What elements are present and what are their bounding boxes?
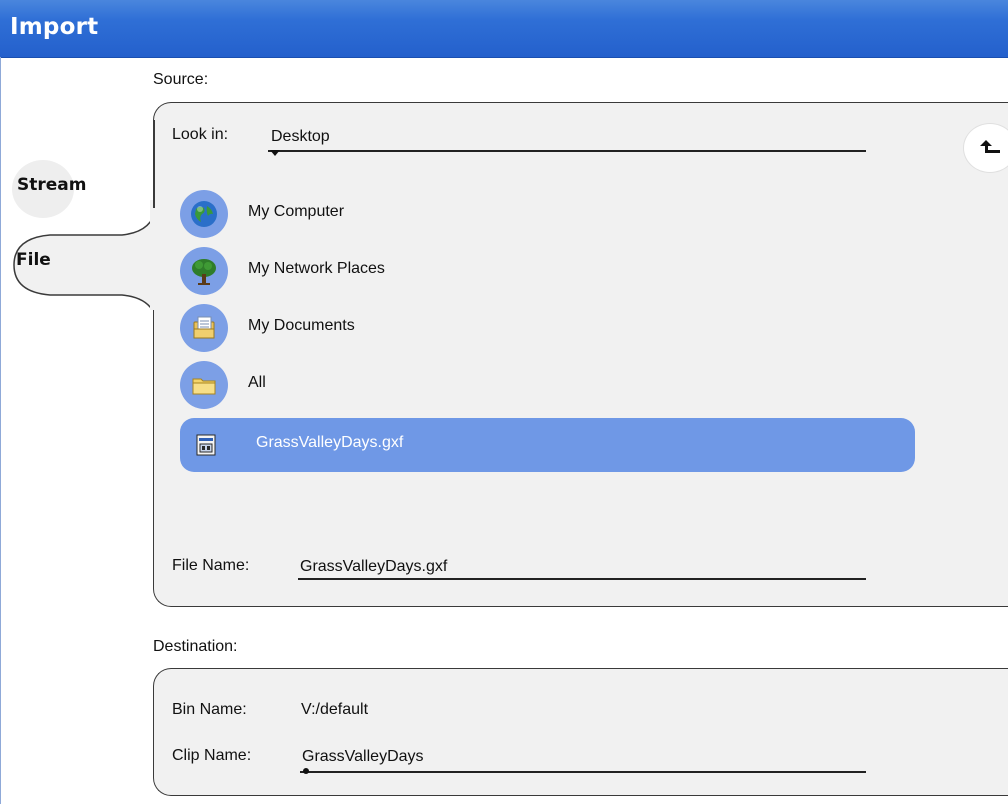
tab-file[interactable]: File [16, 250, 51, 270]
clip-name-cursor [303, 768, 309, 774]
window-border [0, 57, 1, 804]
gxf-file-icon [196, 434, 216, 456]
clip-name-underline [300, 771, 866, 773]
clip-name-label: Clip Name: [172, 747, 252, 764]
list-item-label: My Network Places [248, 260, 385, 277]
panel-border-top-segment [153, 120, 155, 208]
source-section-label: Source: [153, 71, 209, 88]
look-in-label: Look in: [172, 126, 229, 143]
file-row-label: GrassValleyDays.gxf [256, 434, 404, 451]
up-arrow-icon [980, 140, 1000, 153]
documents-icon [180, 304, 228, 352]
folder-icon [180, 361, 228, 409]
tree-icon [180, 247, 228, 295]
look-in-chevron-down-icon[interactable] [270, 150, 280, 157]
window-title: Import [10, 14, 99, 40]
title-bar: Import [0, 0, 1008, 58]
file-name-label: File Name: [172, 557, 250, 574]
file-name-underline [298, 578, 866, 580]
look-in-dropdown[interactable]: Desktop [271, 128, 330, 146]
destination-section-label: Destination: [153, 638, 238, 655]
source-panel [153, 102, 1008, 607]
up-folder-button[interactable] [964, 124, 1008, 172]
globe-icon [180, 190, 228, 238]
list-item-label: My Computer [248, 203, 345, 220]
file-row-selected[interactable]: GrassValleyDays.gxf [180, 418, 915, 472]
list-item-label: My Documents [248, 317, 355, 334]
file-name-field[interactable]: GrassValleyDays.gxf [300, 558, 447, 576]
tab-stream[interactable]: Stream [17, 175, 86, 195]
look-in-underline [268, 150, 866, 152]
destination-panel [153, 668, 1008, 796]
list-item-label: All [248, 374, 266, 391]
bin-name-label: Bin Name: [172, 701, 247, 718]
bin-name-value: V:/default [301, 701, 369, 718]
clip-name-field[interactable]: GrassValleyDays [302, 748, 424, 766]
